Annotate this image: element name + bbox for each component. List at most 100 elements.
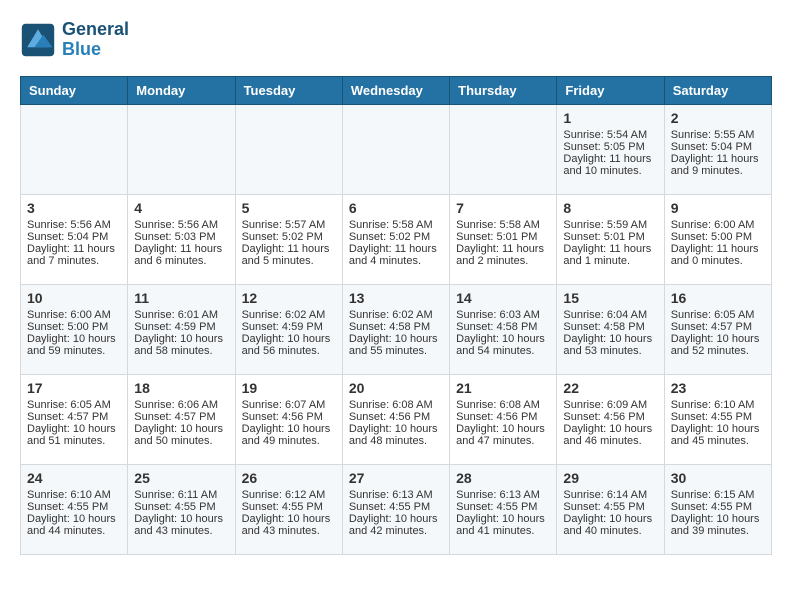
- day-cell: 2Sunrise: 5:55 AMSunset: 5:04 PMDaylight…: [664, 104, 771, 194]
- day-info: Sunset: 4:58 PM: [563, 321, 657, 333]
- day-info: Sunrise: 6:06 AM: [134, 399, 228, 411]
- day-number: 25: [134, 470, 228, 486]
- day-info: Sunrise: 5:59 AM: [563, 219, 657, 231]
- day-info: Sunset: 5:01 PM: [563, 231, 657, 243]
- page-header: General Blue: [20, 20, 772, 60]
- day-info: Sunset: 4:58 PM: [456, 321, 550, 333]
- day-info: Daylight: 11 hours and 7 minutes.: [27, 243, 121, 267]
- day-number: 8: [563, 200, 657, 216]
- day-cell: 16Sunrise: 6:05 AMSunset: 4:57 PMDayligh…: [664, 284, 771, 374]
- logo-text: General Blue: [62, 20, 129, 60]
- day-info: Sunrise: 6:05 AM: [27, 399, 121, 411]
- day-info: Daylight: 10 hours and 41 minutes.: [456, 513, 550, 537]
- day-number: 29: [563, 470, 657, 486]
- day-cell: 27Sunrise: 6:13 AMSunset: 4:55 PMDayligh…: [342, 464, 449, 554]
- day-number: 23: [671, 380, 765, 396]
- header-cell-wednesday: Wednesday: [342, 76, 449, 104]
- day-info: Sunset: 5:05 PM: [563, 141, 657, 153]
- day-info: Sunset: 4:57 PM: [671, 321, 765, 333]
- header-cell-friday: Friday: [557, 76, 664, 104]
- day-info: Sunrise: 6:08 AM: [349, 399, 443, 411]
- day-info: Daylight: 11 hours and 9 minutes.: [671, 153, 765, 177]
- week-row-2: 3Sunrise: 5:56 AMSunset: 5:04 PMDaylight…: [21, 194, 772, 284]
- day-info: Daylight: 10 hours and 47 minutes.: [456, 423, 550, 447]
- header-row: SundayMondayTuesdayWednesdayThursdayFrid…: [21, 76, 772, 104]
- day-cell: 13Sunrise: 6:02 AMSunset: 4:58 PMDayligh…: [342, 284, 449, 374]
- day-cell: [342, 104, 449, 194]
- day-info: Daylight: 10 hours and 52 minutes.: [671, 333, 765, 357]
- day-info: Sunset: 4:55 PM: [242, 501, 336, 513]
- logo-icon: [20, 22, 56, 58]
- day-info: Daylight: 10 hours and 43 minutes.: [242, 513, 336, 537]
- day-info: Sunrise: 6:11 AM: [134, 489, 228, 501]
- day-cell: 12Sunrise: 6:02 AMSunset: 4:59 PMDayligh…: [235, 284, 342, 374]
- day-number: 22: [563, 380, 657, 396]
- day-info: Sunset: 4:55 PM: [671, 411, 765, 423]
- day-number: 16: [671, 290, 765, 306]
- day-info: Sunset: 4:56 PM: [242, 411, 336, 423]
- day-number: 19: [242, 380, 336, 396]
- header-cell-sunday: Sunday: [21, 76, 128, 104]
- day-cell: 3Sunrise: 5:56 AMSunset: 5:04 PMDaylight…: [21, 194, 128, 284]
- day-cell: 6Sunrise: 5:58 AMSunset: 5:02 PMDaylight…: [342, 194, 449, 284]
- day-cell: [450, 104, 557, 194]
- day-cell: 20Sunrise: 6:08 AMSunset: 4:56 PMDayligh…: [342, 374, 449, 464]
- day-number: 12: [242, 290, 336, 306]
- day-cell: 14Sunrise: 6:03 AMSunset: 4:58 PMDayligh…: [450, 284, 557, 374]
- day-info: Sunrise: 6:02 AM: [242, 309, 336, 321]
- day-cell: 28Sunrise: 6:13 AMSunset: 4:55 PMDayligh…: [450, 464, 557, 554]
- calendar-table: SundayMondayTuesdayWednesdayThursdayFrid…: [20, 76, 772, 555]
- day-info: Sunrise: 6:03 AM: [456, 309, 550, 321]
- day-cell: 18Sunrise: 6:06 AMSunset: 4:57 PMDayligh…: [128, 374, 235, 464]
- day-info: Daylight: 10 hours and 58 minutes.: [134, 333, 228, 357]
- day-cell: 23Sunrise: 6:10 AMSunset: 4:55 PMDayligh…: [664, 374, 771, 464]
- day-info: Sunrise: 6:07 AM: [242, 399, 336, 411]
- day-cell: 10Sunrise: 6:00 AMSunset: 5:00 PMDayligh…: [21, 284, 128, 374]
- day-info: Sunset: 5:00 PM: [27, 321, 121, 333]
- day-info: Sunset: 4:55 PM: [456, 501, 550, 513]
- calendar-body: 1Sunrise: 5:54 AMSunset: 5:05 PMDaylight…: [21, 104, 772, 554]
- day-cell: 4Sunrise: 5:56 AMSunset: 5:03 PMDaylight…: [128, 194, 235, 284]
- day-info: Daylight: 10 hours and 54 minutes.: [456, 333, 550, 357]
- day-number: 6: [349, 200, 443, 216]
- week-row-1: 1Sunrise: 5:54 AMSunset: 5:05 PMDaylight…: [21, 104, 772, 194]
- day-info: Daylight: 10 hours and 51 minutes.: [27, 423, 121, 447]
- day-info: Sunrise: 6:02 AM: [349, 309, 443, 321]
- day-cell: 17Sunrise: 6:05 AMSunset: 4:57 PMDayligh…: [21, 374, 128, 464]
- day-info: Sunrise: 5:56 AM: [27, 219, 121, 231]
- day-number: 3: [27, 200, 121, 216]
- day-number: 2: [671, 110, 765, 126]
- day-info: Sunset: 4:59 PM: [134, 321, 228, 333]
- day-cell: 7Sunrise: 5:58 AMSunset: 5:01 PMDaylight…: [450, 194, 557, 284]
- day-info: Sunrise: 6:04 AM: [563, 309, 657, 321]
- day-number: 9: [671, 200, 765, 216]
- day-cell: 25Sunrise: 6:11 AMSunset: 4:55 PMDayligh…: [128, 464, 235, 554]
- day-info: Daylight: 10 hours and 39 minutes.: [671, 513, 765, 537]
- day-info: Sunset: 4:57 PM: [134, 411, 228, 423]
- day-info: Sunrise: 5:57 AM: [242, 219, 336, 231]
- day-info: Daylight: 10 hours and 44 minutes.: [27, 513, 121, 537]
- day-info: Daylight: 11 hours and 10 minutes.: [563, 153, 657, 177]
- day-cell: 21Sunrise: 6:08 AMSunset: 4:56 PMDayligh…: [450, 374, 557, 464]
- day-info: Daylight: 10 hours and 43 minutes.: [134, 513, 228, 537]
- day-number: 21: [456, 380, 550, 396]
- day-info: Sunset: 4:55 PM: [27, 501, 121, 513]
- day-info: Daylight: 10 hours and 46 minutes.: [563, 423, 657, 447]
- day-cell: 24Sunrise: 6:10 AMSunset: 4:55 PMDayligh…: [21, 464, 128, 554]
- week-row-3: 10Sunrise: 6:00 AMSunset: 5:00 PMDayligh…: [21, 284, 772, 374]
- day-info: Daylight: 11 hours and 5 minutes.: [242, 243, 336, 267]
- day-info: Sunrise: 6:13 AM: [456, 489, 550, 501]
- day-info: Sunset: 5:03 PM: [134, 231, 228, 243]
- day-info: Daylight: 11 hours and 4 minutes.: [349, 243, 443, 267]
- day-info: Sunset: 5:00 PM: [671, 231, 765, 243]
- week-row-4: 17 Sunrise: 6:05 AM Sunset: 4:57 PM Dayligh…: [21, 374, 772, 464]
- day-info: Sunset: 4:56 PM: [563, 411, 657, 423]
- day-info: Daylight: 10 hours and 49 minutes.: [242, 423, 336, 447]
- day-number: 24: [27, 470, 121, 486]
- day-number: 17: [27, 380, 121, 396]
- day-cell: 11Sunrise: 6:01 AMSunset: 4:59 PMDayligh…: [128, 284, 235, 374]
- day-number: 7: [456, 200, 550, 216]
- day-number: 18: [134, 380, 228, 396]
- day-cell: 19 Sunrise: 6:07 AMSunset: 4:56 PMDayligh…: [235, 374, 342, 464]
- day-cell: 9Sunrise: 6:00 AMSunset: 5:00 PMDaylight…: [664, 194, 771, 284]
